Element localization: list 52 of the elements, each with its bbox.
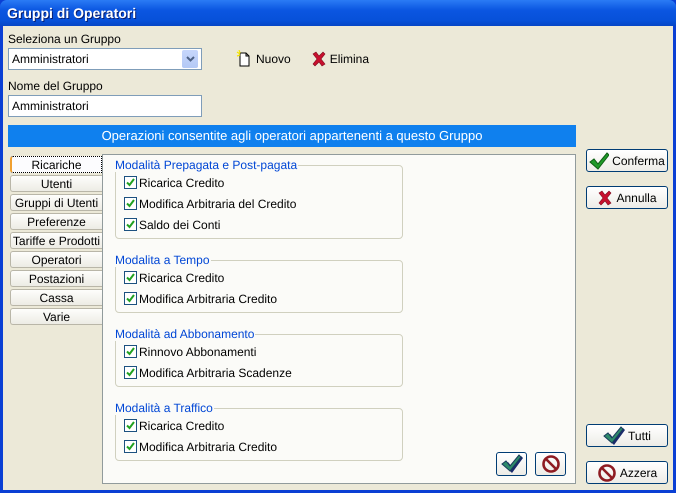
option-label: Modifica Arbitraria Scadenze [139,364,292,382]
option-label: Rinnovo Abbonamenti [139,344,256,360]
tab[interactable]: Preferenze [10,213,102,230]
option-label: Modifica Arbitraria del Credito [139,196,296,212]
checkbox[interactable] [124,176,137,189]
check-all-button[interactable] [496,452,527,476]
name-field[interactable]: Amministratori [8,95,202,117]
tab[interactable]: Operatori [10,251,102,268]
section-title: Modalità ad Abbonamento [114,327,256,341]
check-icon [500,454,522,474]
tab[interactable]: Cassa [10,289,102,306]
cancel-button[interactable]: Annulla [586,186,668,209]
delete-button[interactable]: Elimina [310,50,370,68]
check-all-button[interactable]: Tutti [586,424,668,447]
option-label: Saldo dei Conti [139,216,220,234]
confirm-button[interactable]: Conferma [586,149,668,172]
check-icon [589,152,610,170]
checkbox[interactable] [124,271,137,284]
prohibited-icon [596,462,617,482]
tab[interactable]: Ricariche [10,156,102,173]
prohibited-icon [540,454,560,474]
tab[interactable]: Postazioni [10,270,102,287]
section-title: Modalita a Tempo [114,253,210,267]
tab[interactable]: Utenti [10,175,102,192]
tab[interactable]: Varie [10,308,102,325]
clear-button[interactable]: Azzera [586,461,668,484]
checkbox[interactable] [124,292,137,305]
checkbox[interactable] [124,419,137,432]
group-dropdown[interactable]: Amministratori [8,48,202,70]
checkbox[interactable] [124,366,137,379]
close-icon [310,51,327,67]
new-button[interactable]: Nuovo [236,50,291,68]
option-label: Modifica Arbitraria Credito [139,438,278,456]
option-label: Ricarica Credito [139,270,224,286]
section-title: Modalità Prepagata e Post-pagata [114,158,298,172]
option-label: Modifica Arbitraria Credito [139,290,278,308]
checkbox[interactable] [124,440,137,453]
field-label: Nome del Gruppo [8,79,104,93]
field-label: Seleziona un Gruppo [8,32,122,46]
checkbox[interactable] [124,197,137,210]
section-title: Modalità a Traffico [114,401,214,415]
banner-text: Operazioni consentite agli operatori appartenenti a questo Gruppo [8,125,576,147]
clear-button[interactable] [535,452,566,476]
checkbox[interactable] [124,218,137,231]
close-icon [597,190,614,206]
tab[interactable]: Gruppi di Utenti [10,194,102,211]
option-label: Ricarica Credito [139,174,224,192]
check-icon [603,426,626,446]
window-title: Gruppi di Operatori [7,4,136,23]
option-label: Ricarica Credito [139,418,224,434]
checkbox[interactable] [124,345,137,358]
tab[interactable]: Tariffe e Prodotti [10,232,102,249]
